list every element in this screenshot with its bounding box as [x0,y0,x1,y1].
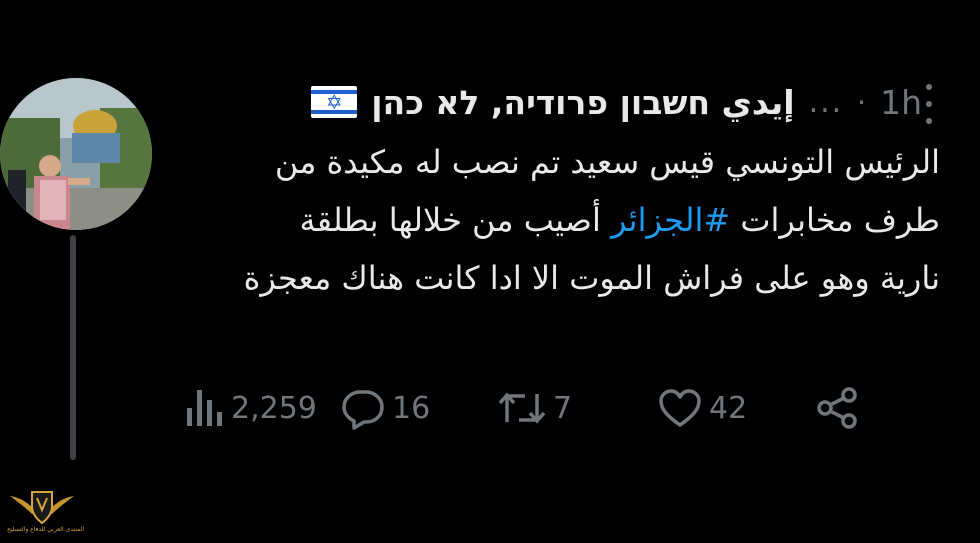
reply-icon [342,390,384,430]
views-button[interactable]: 2,259 [183,380,317,436]
avatar-photo [0,78,152,230]
forum-logo-caption: المنتدى العربي للدفاع والتسليح [7,526,84,533]
retweet-count: 7 [553,390,573,426]
separator-dot: · [857,85,867,119]
views-icon [187,390,222,426]
retweet-button[interactable]: 7 [497,380,572,436]
tweet-header: 1h · ... إيدي חשבון פרודיה, לא כהן ✡ [311,80,922,124]
heart-icon [659,389,701,427]
tweet-view: 1h · ... إيدي חשבון פרודיה, לא כהן ✡ الر… [0,0,980,543]
display-name[interactable]: إيدي חשבון פרודיה, לא כהן [371,83,794,122]
eagle-shield-icon [10,491,74,525]
hashtag-link[interactable]: #الجزائر [611,201,730,239]
views-count: 2,259 [231,390,317,426]
share-button[interactable] [815,380,861,436]
israel-flag-icon: ✡ [311,86,358,118]
reply-button[interactable]: 16 [340,380,430,436]
forum-logo: المنتدى العربي للدفاع والتسليح [7,486,84,540]
share-icon [817,387,857,429]
retweet-icon [498,392,546,424]
timestamp[interactable]: 1h [880,83,922,122]
avatar[interactable] [0,78,152,230]
name-ellipsis: ... [808,84,844,120]
reply-count: 16 [392,390,431,426]
more-options-icon[interactable] [918,84,940,124]
like-button[interactable]: 42 [657,380,747,436]
tweet-text: الرئيس التونسي قيس سعيد تم نصب له مكيدة … [240,133,940,307]
tweet-actions: 2,259 16 7 42 [0,380,980,440]
like-count: 42 [709,390,748,426]
